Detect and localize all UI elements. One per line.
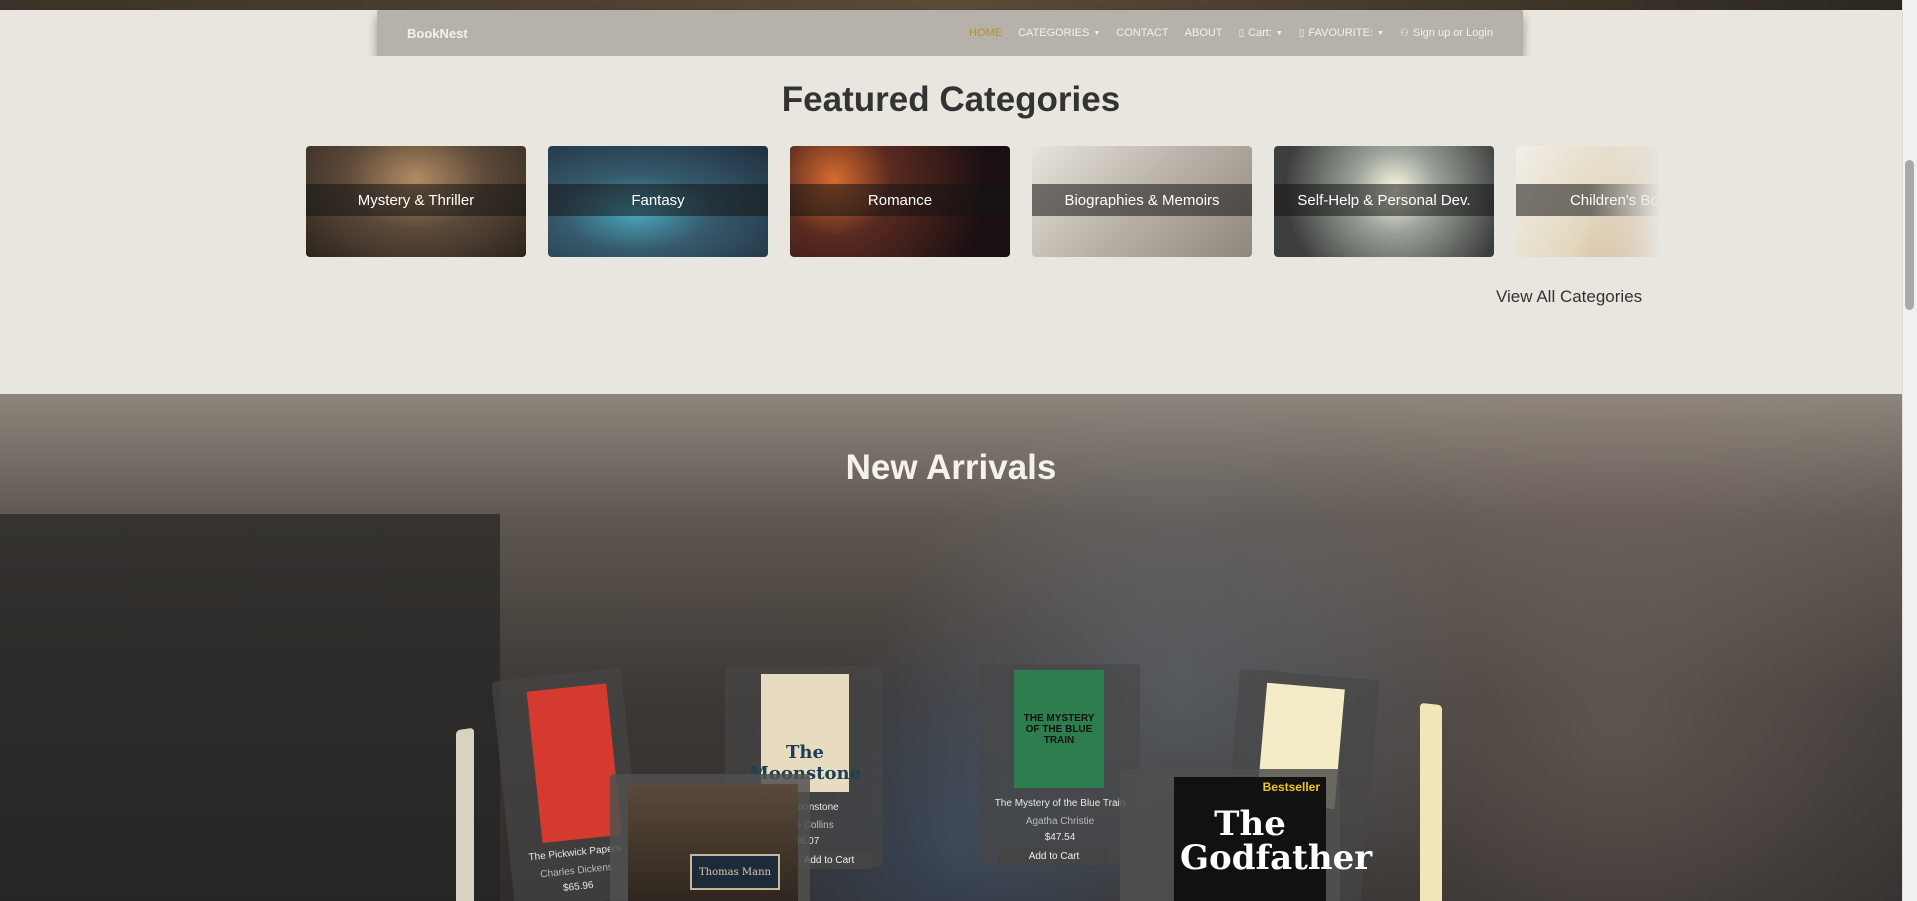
carousel-fade-right — [1590, 146, 1660, 257]
nav-links: HOME CATEGORIES ▼ CONTACT ABOUT ▯ Cart: ▼ ▯… — [969, 27, 1493, 39]
category-card-romance[interactable]: Romance — [790, 146, 1010, 257]
book-card-edge[interactable] — [1420, 702, 1442, 901]
carousel-fade-left — [240, 146, 300, 257]
view-all-categories-link[interactable]: View All Categories — [1496, 287, 1642, 307]
category-label: Fantasy — [548, 184, 768, 216]
category-card-biographies[interactable]: Biographies & Memoirs — [1032, 146, 1252, 257]
book-cover[interactable]: Bestseller The Godfather — [1174, 777, 1373, 901]
new-arrivals-section: New Arrivals The Pickwick Papers Charles… — [0, 394, 1902, 901]
cart-icon: ▯ — [1238, 27, 1245, 39]
book-card-edge[interactable] — [456, 727, 474, 901]
nav-contact[interactable]: CONTACT — [1116, 27, 1168, 39]
featured-categories-title: Featured Categories — [781, 80, 1121, 119]
category-card-fantasy[interactable]: Fantasy — [548, 146, 768, 257]
top-image-strip — [0, 0, 1917, 10]
nav-favourite[interactable]: ▯ FAVOURITE: ▼ — [1299, 27, 1384, 39]
user-icon: ⚇ — [1399, 27, 1409, 39]
book-card[interactable]: Bestseller The Godfather — [1120, 769, 1373, 901]
chevron-down-icon: ▼ — [1093, 29, 1101, 37]
category-label: Mystery & Thriller — [306, 184, 526, 216]
book-cover[interactable]: Thomas Mann — [628, 784, 798, 901]
book-cover[interactable] — [526, 683, 623, 843]
add-to-cart-button[interactable]: Add to Cart — [998, 848, 1110, 865]
book-cover[interactable]: THE MYSTERY OF THE BLUE TRAIN — [1014, 670, 1104, 788]
book-cover-label: Thomas Mann — [690, 854, 780, 890]
nav-home[interactable]: HOME — [969, 27, 1002, 39]
category-label: Romance — [790, 184, 1010, 216]
category-card-self-help[interactable]: Self-Help & Personal Dev. — [1274, 146, 1494, 257]
book-price: $47.54 — [1044, 832, 1076, 843]
category-card-mystery[interactable]: Mystery & Thriller — [306, 146, 526, 257]
featured-categories-section: Featured Categories Mystery & Thriller F… — [0, 56, 1902, 394]
book-card[interactable]: THE MYSTERY OF THE BLUE TRAIN The Myster… — [980, 664, 1140, 865]
heart-icon: ▯ — [1298, 27, 1305, 39]
book-title[interactable]: The Mystery of the Blue Train — [980, 798, 1140, 809]
nav-account[interactable]: ⚇ Sign up or Login — [1400, 27, 1493, 39]
scrollbar-thumb[interactable] — [1905, 160, 1914, 310]
book-cover-title: The Godfather — [1180, 804, 1373, 878]
nav-cart[interactable]: ▯ Cart: ▼ — [1239, 27, 1283, 39]
book-card[interactable]: Thomas Mann — [610, 774, 810, 901]
category-label: Self-Help & Personal Dev. — [1274, 184, 1494, 216]
chevron-down-icon: ▼ — [1275, 29, 1283, 37]
bestseller-badge: Bestseller — [1262, 780, 1320, 794]
new-arrivals-title: New Arrivals — [845, 448, 1057, 487]
nav-about[interactable]: ABOUT — [1185, 27, 1223, 39]
brand-logo[interactable]: BookNest — [407, 26, 468, 41]
page-scrollbar[interactable] — [1902, 0, 1917, 901]
category-label: Biographies & Memoirs — [1032, 184, 1252, 216]
category-carousel[interactable]: Mystery & Thriller Fantasy Romance Biogr… — [240, 146, 1660, 257]
navbar: BookNest HOME CATEGORIES ▼ CONTACT ABOUT … — [377, 10, 1523, 56]
chevron-down-icon: ▼ — [1376, 29, 1384, 37]
nav-categories[interactable]: CATEGORIES ▼ — [1018, 27, 1100, 39]
book-author: Agatha Christie — [1025, 816, 1095, 827]
background-shelf — [0, 514, 500, 901]
